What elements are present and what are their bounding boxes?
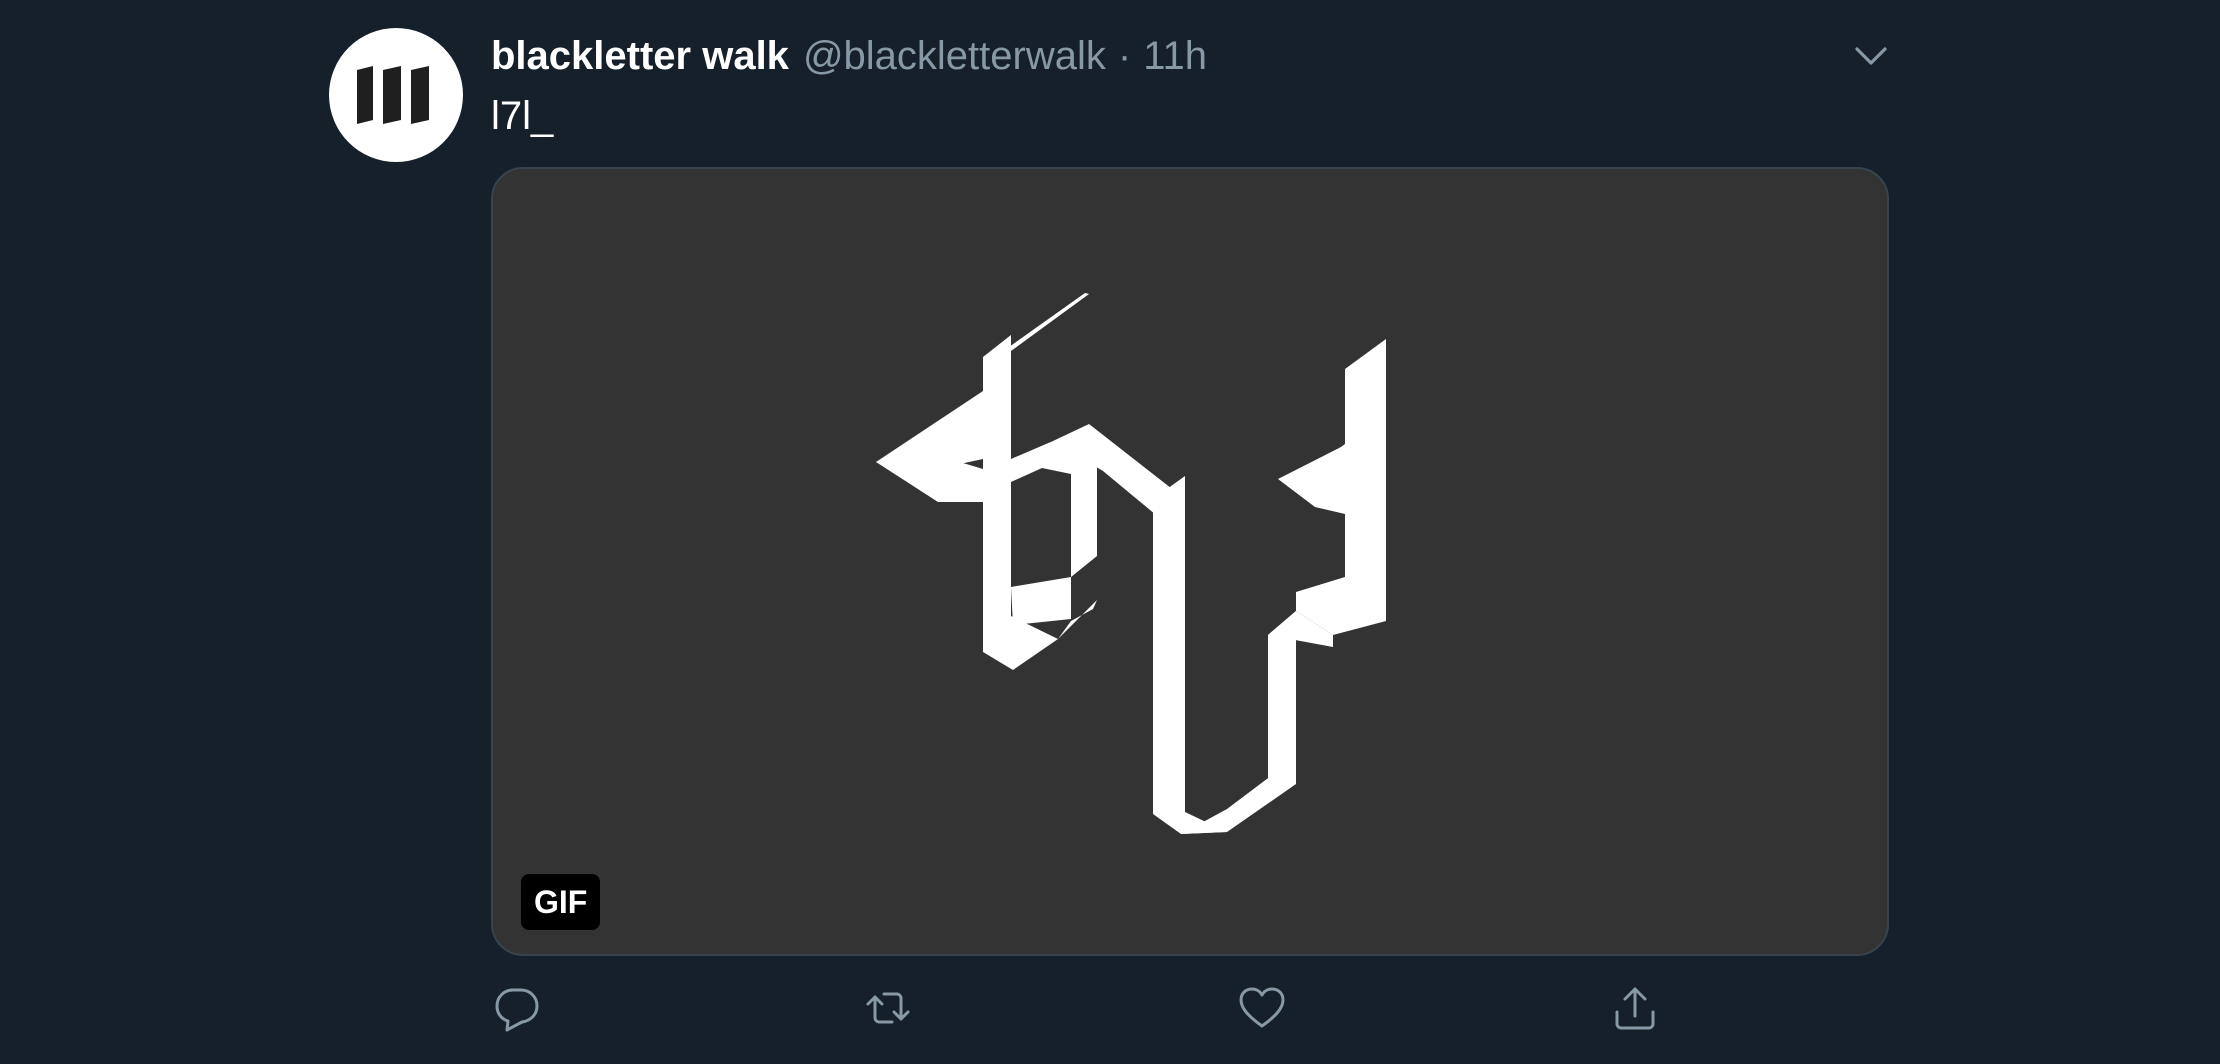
timestamp[interactable]: 11h (1143, 34, 1207, 79)
tweet-header: blackletter walk @blackletterwalk · 11h (491, 26, 1207, 86)
tweet[interactable]: blackletter walk @blackletterwalk · 11h … (0, 0, 2220, 1064)
more-options-button[interactable] (1851, 36, 1891, 76)
gif-badge: GIF (521, 874, 601, 930)
chevron-down-icon (1855, 47, 1887, 65)
tweet-text: l7l_ (491, 94, 554, 138)
separator-dot: · (1117, 33, 1132, 78)
share-button[interactable] (1609, 982, 1661, 1034)
heart-icon (1239, 987, 1285, 1028)
author-display-name[interactable]: blackletter walk (491, 34, 789, 79)
blackletter-artwork (876, 293, 1386, 834)
author-handle[interactable]: @blackletterwalk (803, 34, 1106, 79)
tweet-media-gif[interactable]: GIF (491, 167, 1889, 956)
blackletter-logo-icon (357, 66, 429, 124)
comment-icon (495, 988, 539, 1032)
share-icon (1615, 987, 1655, 1030)
like-button[interactable] (1236, 982, 1288, 1034)
avatar[interactable] (329, 28, 463, 162)
retweet-icon (866, 992, 910, 1024)
reply-button[interactable] (491, 982, 543, 1034)
retweet-button[interactable] (862, 982, 914, 1034)
